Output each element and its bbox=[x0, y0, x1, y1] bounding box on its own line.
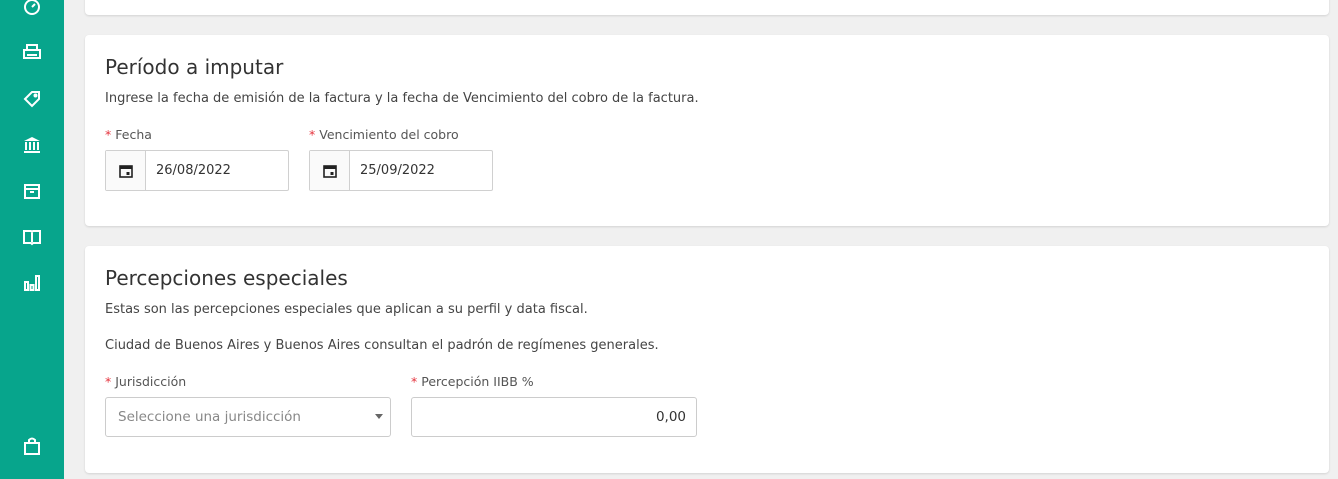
calendar-icon[interactable] bbox=[310, 151, 350, 190]
required-asterisk: * bbox=[105, 374, 112, 389]
required-asterisk: * bbox=[309, 127, 316, 142]
jurisdiccion-placeholder: Seleccione una jurisdicción bbox=[118, 409, 301, 425]
percepciones-card: Percepciones especiales Estas son las pe… bbox=[85, 246, 1329, 473]
vencimiento-field[interactable]: 25/09/2022 bbox=[309, 150, 493, 191]
sidebar bbox=[0, 0, 64, 479]
required-asterisk: * bbox=[411, 374, 418, 389]
percepcion-input[interactable]: 0,00 bbox=[411, 397, 697, 437]
printer-icon[interactable] bbox=[20, 41, 44, 65]
percepciones-title: Percepciones especiales bbox=[105, 266, 348, 290]
shopping-bag-icon[interactable] bbox=[20, 434, 44, 458]
periodo-card: Período a imputar Ingrese la fecha de em… bbox=[85, 35, 1329, 226]
previous-card bbox=[85, 0, 1329, 15]
bank-icon[interactable] bbox=[20, 133, 44, 157]
dropdown-arrow-icon[interactable] bbox=[375, 414, 383, 419]
bar-chart-icon[interactable] bbox=[20, 271, 44, 295]
jurisdiccion-label: * Jurisdicción bbox=[105, 374, 187, 389]
periodo-description: Ingrese la fecha de emisión de la factur… bbox=[105, 91, 699, 106]
percepcion-label: * Percepción IIBB % bbox=[411, 374, 534, 389]
tag-icon[interactable] bbox=[20, 87, 44, 111]
fecha-field[interactable]: 26/08/2022 bbox=[105, 150, 289, 191]
vencimiento-label: * Vencimiento del cobro bbox=[309, 127, 459, 142]
vencimiento-input[interactable]: 25/09/2022 bbox=[350, 151, 492, 190]
calendar-icon[interactable] bbox=[106, 151, 146, 190]
jurisdiccion-select[interactable]: Seleccione una jurisdicción bbox=[105, 397, 391, 437]
fecha-input[interactable]: 26/08/2022 bbox=[146, 151, 288, 190]
dashboard-icon[interactable] bbox=[20, 0, 44, 19]
percepciones-description-2: Ciudad de Buenos Aires y Buenos Aires co… bbox=[105, 338, 659, 353]
fecha-label: * Fecha bbox=[105, 127, 152, 142]
percepciones-description-1: Estas son las percepciones especiales qu… bbox=[105, 302, 588, 317]
book-icon[interactable] bbox=[20, 225, 44, 249]
periodo-title: Período a imputar bbox=[105, 55, 284, 79]
required-asterisk: * bbox=[105, 127, 112, 142]
box-icon[interactable] bbox=[20, 179, 44, 203]
